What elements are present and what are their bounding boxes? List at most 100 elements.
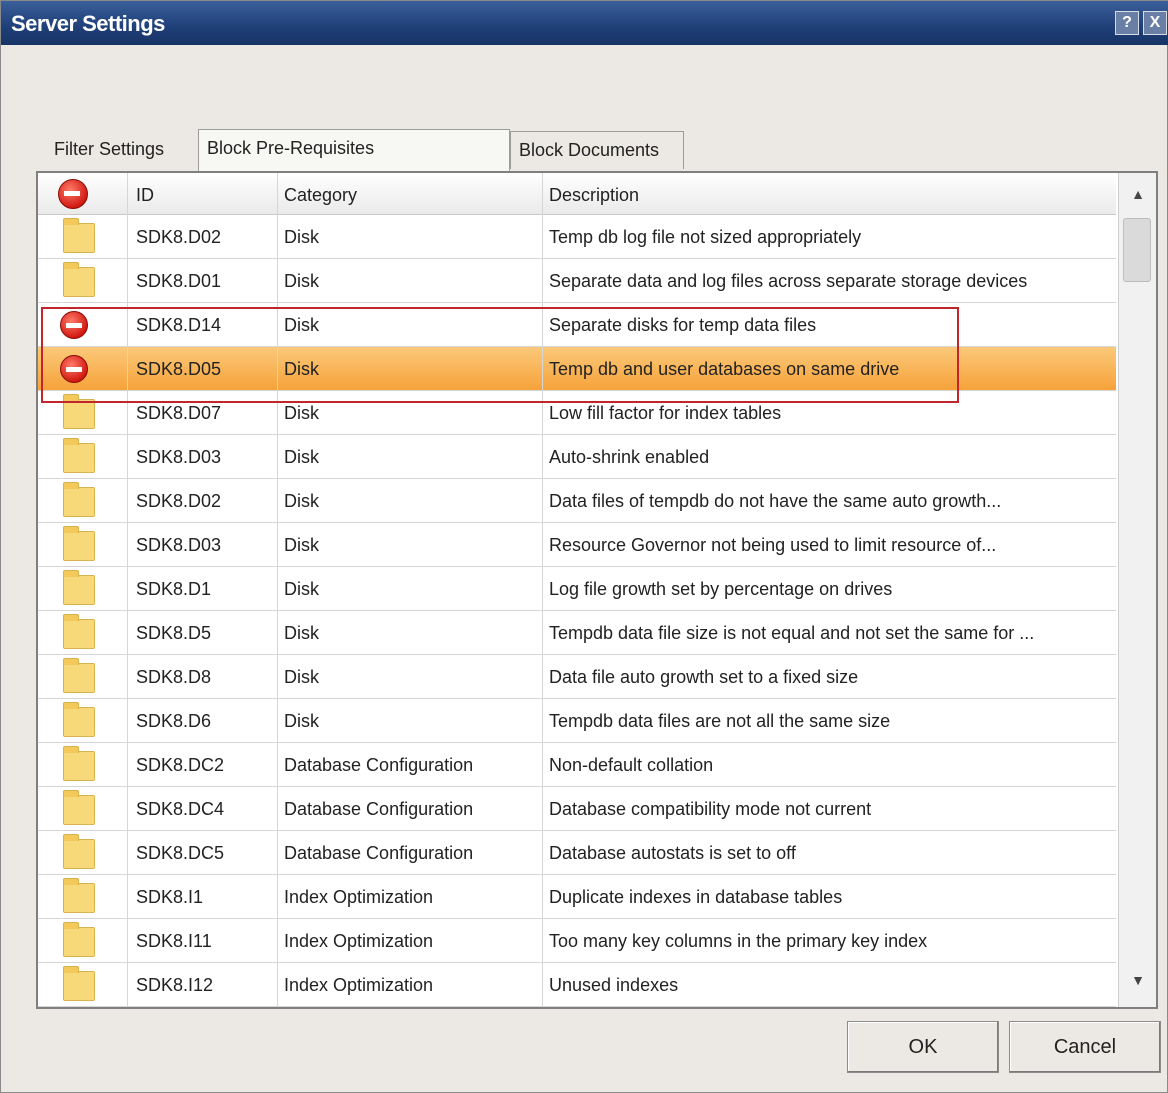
folder-icon — [63, 614, 95, 649]
table-row[interactable]: SDK8.I12 Index Optimization Unused indexes — [38, 963, 1116, 1007]
folder-icon — [63, 790, 95, 825]
cancel-button[interactable]: Cancel — [1009, 1021, 1161, 1073]
folder-icon — [63, 922, 95, 957]
row-icon-cell — [38, 963, 128, 1007]
table-row[interactable]: SDK8.D03 Disk Resource Governor not being … — [38, 523, 1116, 567]
row-icon-cell — [38, 567, 128, 611]
close-icon[interactable]: X — [1143, 11, 1167, 35]
row-description: Database compatibility mode not current — [549, 799, 872, 819]
row-description: Log file growth set by percentage on dri… — [549, 579, 893, 599]
rules-grid: ID Category Description SDK8.D02 Disk Temp… — [36, 171, 1158, 1009]
table-row[interactable]: SDK8.D1 Disk Log file growth set by percen… — [38, 567, 1116, 611]
row-id: SDK8.D6 — [128, 699, 278, 743]
row-id: SDK8.D01 — [128, 259, 278, 303]
row-category: Database Configuration — [278, 743, 543, 787]
row-icon-cell — [38, 435, 128, 479]
table-row[interactable]: SDK8.D02 Disk Data files of tempdb do not … — [38, 479, 1116, 523]
table-row[interactable]: SDK8.D07 Disk Low fill factor for index ta… — [38, 391, 1116, 435]
row-id: SDK8.DC4 — [128, 787, 278, 831]
row-category: Disk — [278, 699, 543, 743]
row-category: Disk — [278, 611, 543, 655]
column-header-id[interactable]: ID — [128, 173, 278, 215]
row-id: SDK8.D02 — [128, 479, 278, 523]
column-header-description[interactable]: Description — [543, 173, 1116, 215]
row-id: SDK8.D1 — [128, 567, 278, 611]
row-description: Duplicate indexes in database tables — [549, 887, 843, 907]
block-icon — [60, 311, 88, 339]
folder-icon — [63, 834, 95, 869]
row-icon-cell — [38, 699, 128, 743]
row-category: Disk — [278, 303, 543, 347]
row-description: Data file auto growth set to a fixed siz… — [549, 667, 859, 687]
row-category: Database Configuration — [278, 831, 543, 875]
help-icon[interactable]: ? — [1115, 11, 1139, 35]
vertical-scrollbar[interactable]: ▲ ▼ — [1118, 173, 1156, 1007]
row-category: Index Optimization — [278, 963, 543, 1007]
folder-icon — [63, 658, 95, 693]
row-icon-cell — [38, 611, 128, 655]
table-row[interactable]: SDK8.DC2 Database Configuration Non-defaul… — [38, 743, 1116, 787]
header-icon-column[interactable] — [38, 173, 128, 215]
table-row[interactable]: SDK8.D14 Disk Separate disks for temp data… — [38, 303, 1116, 347]
row-id: SDK8.DC5 — [128, 831, 278, 875]
row-description: Separate data and log files across separ… — [549, 271, 1028, 291]
folder-icon — [63, 394, 95, 429]
grid-rows: SDK8.D02 Disk Temp db log file not sized a… — [38, 215, 1116, 1007]
title-bar: Server Settings ? X — [1, 1, 1168, 45]
tab-block-documents[interactable]: Block Documents — [510, 131, 684, 169]
row-id: SDK8.I1 — [128, 875, 278, 919]
row-category: Disk — [278, 655, 543, 699]
scroll-down-icon[interactable]: ▼ — [1127, 969, 1149, 991]
folder-icon — [63, 746, 95, 781]
folder-icon — [63, 878, 95, 913]
row-icon-cell — [38, 919, 128, 963]
scroll-up-icon[interactable]: ▲ — [1127, 183, 1149, 205]
row-category: Disk — [278, 259, 543, 303]
column-header-category[interactable]: Category — [278, 173, 543, 215]
table-row[interactable]: SDK8.D5 Disk Tempdb data file size is not … — [38, 611, 1116, 655]
row-description: Data files of tempdb do not have the sam… — [549, 491, 1002, 511]
row-description: Too many key columns in the primary key … — [549, 931, 928, 951]
row-id: SDK8.I12 — [128, 963, 278, 1007]
table-row[interactable]: SDK8.D8 Disk Data file auto growth set to … — [38, 655, 1116, 699]
table-row[interactable]: SDK8.D05 Disk Temp db and user databases o… — [38, 347, 1116, 391]
row-icon-cell — [38, 259, 128, 303]
row-icon-cell — [38, 655, 128, 699]
table-row[interactable]: SDK8.I1 Index Optimization Duplicate index… — [38, 875, 1116, 919]
table-row[interactable]: SDK8.DC5 Database Configuration Database a… — [38, 831, 1116, 875]
tab-filter-settings[interactable]: Filter Settings — [46, 131, 198, 169]
row-id: SDK8.D07 — [128, 391, 278, 435]
row-category: Disk — [278, 523, 543, 567]
table-row[interactable]: SDK8.D01 Disk Separate data and log files … — [38, 259, 1116, 303]
row-id: SDK8.D03 — [128, 523, 278, 567]
folder-icon — [63, 702, 95, 737]
table-row[interactable]: SDK8.DC4 Database Configuration Database c… — [38, 787, 1116, 831]
row-description: Database autostats is set to off — [549, 843, 796, 863]
row-category: Disk — [278, 347, 543, 391]
server-settings-window: Server Settings ? X Filter Settings Bloc… — [0, 0, 1168, 1093]
folder-icon — [63, 218, 95, 253]
row-description: Low fill factor for index tables — [549, 403, 782, 423]
folder-icon — [63, 262, 95, 297]
grid-header: ID Category Description — [38, 173, 1116, 215]
scroll-thumb[interactable] — [1123, 218, 1151, 282]
ok-button[interactable]: OK — [847, 1021, 999, 1073]
row-id: SDK8.I11 — [128, 919, 278, 963]
row-description: Temp db and user databases on same drive — [549, 359, 900, 379]
row-category: Index Optimization — [278, 919, 543, 963]
row-category: Disk — [278, 391, 543, 435]
row-id: SDK8.D05 — [128, 347, 278, 391]
folder-icon — [63, 966, 95, 1001]
row-id: SDK8.D02 — [128, 215, 278, 259]
block-icon — [60, 355, 88, 383]
row-icon-cell — [38, 523, 128, 567]
tab-block-pre-requisites[interactable]: Block Pre-Requisites — [198, 129, 510, 171]
table-row[interactable]: SDK8.I11 Index Optimization Too many key c… — [38, 919, 1116, 963]
row-description: Tempdb data file size is not equal and n… — [549, 623, 1035, 643]
table-row[interactable]: SDK8.D6 Disk Tempdb data files are not all… — [38, 699, 1116, 743]
folder-icon — [63, 438, 95, 473]
table-row[interactable]: SDK8.D02 Disk Temp db log file not sized a… — [38, 215, 1116, 259]
table-row[interactable]: SDK8.D03 Disk Auto-shrink enabled — [38, 435, 1116, 479]
row-description: Separate disks for temp data files — [549, 315, 817, 335]
row-description: Resource Governor not being used to limi… — [549, 535, 997, 555]
